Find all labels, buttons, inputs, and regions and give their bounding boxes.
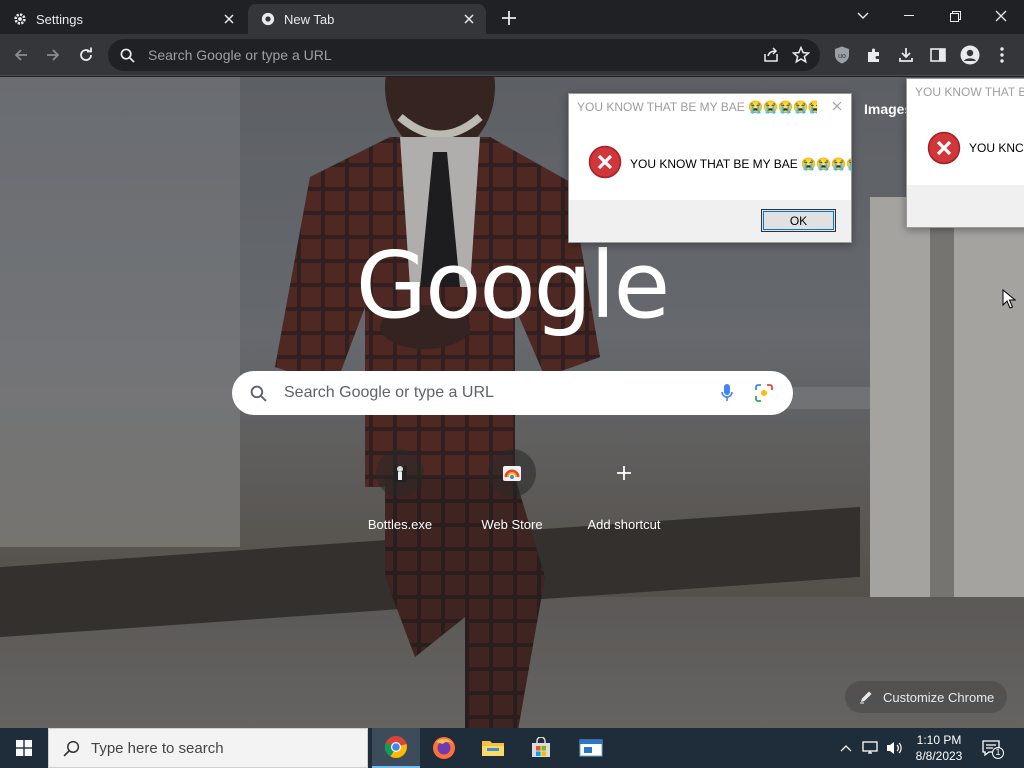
chrome-icon bbox=[384, 736, 407, 758]
error-dialog: YOU KNOW THAT BE MY BAE 😭😭😭😭😭😭⁉️... YOU … bbox=[568, 93, 852, 243]
tab-strip: Settings New Tab bbox=[0, 0, 1024, 34]
taskbar-firefox[interactable] bbox=[420, 728, 468, 768]
tab-title: New Tab bbox=[284, 11, 335, 27]
ntp-search-box[interactable]: Search Google or type a URL bbox=[232, 371, 793, 415]
minimize-button[interactable] bbox=[886, 2, 932, 30]
network-icon[interactable] bbox=[860, 728, 882, 768]
new-tab-button[interactable] bbox=[498, 7, 520, 29]
tray-chevron-up-icon[interactable] bbox=[836, 728, 856, 768]
taskbar-search-placeholder: Type here to search bbox=[91, 739, 224, 757]
shortcut-bottles[interactable]: Bottles.exe bbox=[345, 449, 455, 535]
restore-button[interactable] bbox=[932, 2, 978, 30]
shortcut-label: Bottles.exe bbox=[367, 517, 433, 532]
plus-icon bbox=[600, 449, 648, 497]
side-panel-icon[interactable] bbox=[925, 42, 951, 68]
tab-settings[interactable]: Settings bbox=[0, 4, 246, 34]
windows-logo-icon bbox=[16, 740, 32, 756]
taskbar-search-box[interactable]: Type here to search bbox=[48, 728, 368, 768]
firefox-icon bbox=[433, 737, 455, 759]
close-icon[interactable] bbox=[460, 10, 478, 28]
dialog-message: YOU KNOW THAT BE MY BAE 😭😭😭😭 bbox=[630, 157, 852, 171]
download-icon[interactable] bbox=[893, 42, 919, 68]
search-icon bbox=[120, 47, 136, 63]
back-button[interactable] bbox=[8, 42, 34, 68]
search-icon bbox=[250, 383, 270, 403]
dialog-footer bbox=[907, 185, 1024, 227]
tab-new-tab[interactable]: New Tab bbox=[248, 4, 486, 34]
ublock-extension-icon[interactable]: uo bbox=[829, 42, 855, 68]
gear-icon bbox=[12, 11, 28, 27]
windows-start-button[interactable] bbox=[0, 728, 48, 768]
windows-taskbar: Type here to search 1:10 PM 8/8/2023 1 bbox=[0, 728, 1024, 768]
address-bar[interactable]: Search Google or type a URL bbox=[108, 39, 820, 71]
taskbar-file-explorer[interactable] bbox=[469, 728, 517, 768]
taskbar-clock[interactable]: 1:10 PM 8/8/2023 bbox=[905, 732, 973, 764]
error-icon bbox=[588, 145, 622, 179]
tab-title: Settings bbox=[36, 11, 83, 27]
address-bar-placeholder: Search Google or type a URL bbox=[148, 47, 332, 63]
web-store-icon bbox=[488, 449, 536, 497]
chrome-icon bbox=[260, 11, 276, 27]
taskbar-chrome[interactable] bbox=[372, 728, 420, 768]
svg-text:uo: uo bbox=[838, 53, 846, 60]
extensions-puzzle-icon[interactable] bbox=[861, 42, 887, 68]
ok-button[interactable]: OK bbox=[761, 209, 836, 232]
dialog-title: YOU KNOW THAT BE MY BAE 😭😭😭😭😭😭⁉️... bbox=[577, 100, 817, 114]
clock-time: 1:10 PM bbox=[916, 733, 962, 747]
pencil-icon bbox=[859, 689, 875, 705]
forward-button[interactable] bbox=[40, 42, 66, 68]
error-icon bbox=[927, 131, 961, 165]
ntp-search-placeholder: Search Google or type a URL bbox=[284, 384, 494, 401]
reload-button[interactable] bbox=[73, 42, 99, 68]
dialog-close-icon[interactable] bbox=[829, 98, 845, 114]
search-icon bbox=[63, 739, 81, 757]
window-app-icon bbox=[579, 739, 603, 757]
mouse-cursor-icon bbox=[1002, 289, 1016, 309]
tab-search-chevron-icon[interactable] bbox=[840, 2, 886, 30]
dialog-message: YOU KNC bbox=[969, 141, 1024, 155]
bottles-shortcut-icon bbox=[376, 449, 424, 497]
notification-count: 1 bbox=[995, 747, 1001, 757]
profile-avatar-icon[interactable] bbox=[957, 42, 983, 68]
error-dialog-secondary: YOU KNOW THAT BE YOU KNC bbox=[906, 78, 1024, 228]
taskbar-dialog-window[interactable] bbox=[567, 728, 615, 768]
customize-chrome-button[interactable]: Customize Chrome bbox=[845, 681, 1007, 713]
images-link[interactable]: Images bbox=[864, 101, 912, 117]
bookmark-star-icon[interactable] bbox=[791, 45, 811, 64]
google-logo: Google bbox=[355, 232, 670, 339]
new-tab-page: Images Google Search Google or type a UR… bbox=[0, 77, 1024, 728]
clock-date: 8/8/2023 bbox=[915, 749, 963, 763]
volume-icon[interactable] bbox=[884, 728, 906, 768]
browser-toolbar: Search Google or type a URL uo bbox=[0, 34, 1024, 76]
dialog-title: YOU KNOW THAT BE bbox=[915, 85, 1024, 99]
close-window-button[interactable] bbox=[978, 2, 1024, 30]
customize-chrome-label: Customize Chrome bbox=[883, 689, 995, 705]
dialog-footer: OK bbox=[569, 200, 851, 242]
taskbar-microsoft-store[interactable] bbox=[517, 728, 565, 768]
shortcut-web-store[interactable]: Web Store bbox=[457, 449, 567, 535]
notification-center-button[interactable]: 1 bbox=[980, 736, 1004, 760]
shortcut-add[interactable]: Add shortcut bbox=[569, 449, 679, 535]
menu-kebab-icon[interactable] bbox=[989, 42, 1015, 68]
store-bag-icon bbox=[532, 737, 550, 757]
close-icon[interactable] bbox=[220, 10, 238, 28]
shortcut-label: Web Store bbox=[481, 517, 543, 532]
microphone-icon[interactable] bbox=[717, 383, 737, 403]
shortcut-label: Add shortcut bbox=[587, 517, 661, 532]
folder-icon bbox=[482, 741, 504, 756]
share-icon[interactable] bbox=[762, 46, 780, 64]
google-lens-icon[interactable] bbox=[753, 382, 775, 404]
